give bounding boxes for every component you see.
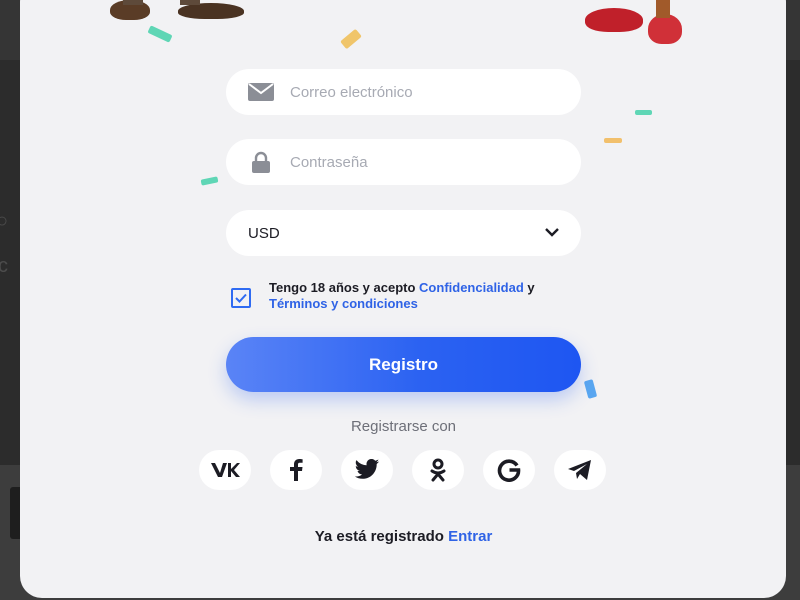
terms-conditions-link[interactable]: Términos y condiciones [269, 296, 418, 311]
password-placeholder: Contraseña [290, 153, 368, 171]
confetti [200, 176, 219, 186]
confetti [635, 110, 652, 115]
confetti [147, 25, 173, 43]
login-link[interactable]: Entrar [448, 528, 492, 545]
odnoklassniki-button[interactable] [412, 450, 464, 490]
currency-select[interactable]: USD [226, 210, 581, 256]
confetti [583, 379, 598, 399]
password-field[interactable]: Contraseña [226, 139, 581, 185]
vk-icon [211, 463, 240, 477]
background-glyph: ○ [0, 210, 9, 232]
google-icon [497, 459, 521, 482]
already-registered-text: Ya está registrado [314, 528, 444, 545]
register-with-heading: Registrarse con [350, 418, 457, 435]
telegram-icon [568, 460, 591, 480]
terms-row: Tengo 18 años y acepto Confidencialidad … [231, 280, 591, 312]
currency-value: USD [248, 224, 280, 242]
terms-and: y [527, 280, 535, 295]
facebook-button[interactable] [270, 450, 322, 490]
google-button[interactable] [483, 450, 535, 490]
lock-icon [248, 151, 274, 173]
terms-text: Tengo 18 años y acepto Confidencialidad … [269, 280, 535, 312]
register-button[interactable]: Registro [226, 337, 581, 392]
mail-icon [248, 82, 274, 102]
terms-prefix: Tengo 18 años y acepto [269, 280, 416, 295]
vk-button[interactable] [199, 450, 251, 490]
chevron-down-icon [545, 224, 559, 242]
email-field[interactable]: Correo electrónico [226, 69, 581, 115]
odnoklassniki-icon [430, 458, 446, 482]
login-prompt: Ya está registrado Entrar [226, 528, 581, 545]
twitter-button[interactable] [341, 450, 393, 490]
twitter-icon [354, 459, 380, 479]
email-placeholder: Correo electrónico [290, 83, 413, 101]
terms-checkbox[interactable] [231, 288, 251, 308]
background-glyph: c [0, 255, 8, 277]
registration-modal: Correo electrónico Contraseña USD Tengo … [20, 0, 786, 598]
check-icon [235, 293, 247, 303]
confetti [340, 28, 362, 50]
facebook-icon [290, 459, 303, 481]
telegram-button[interactable] [554, 450, 606, 490]
confetti [604, 138, 622, 143]
privacy-link[interactable]: Confidencialidad [419, 280, 524, 295]
